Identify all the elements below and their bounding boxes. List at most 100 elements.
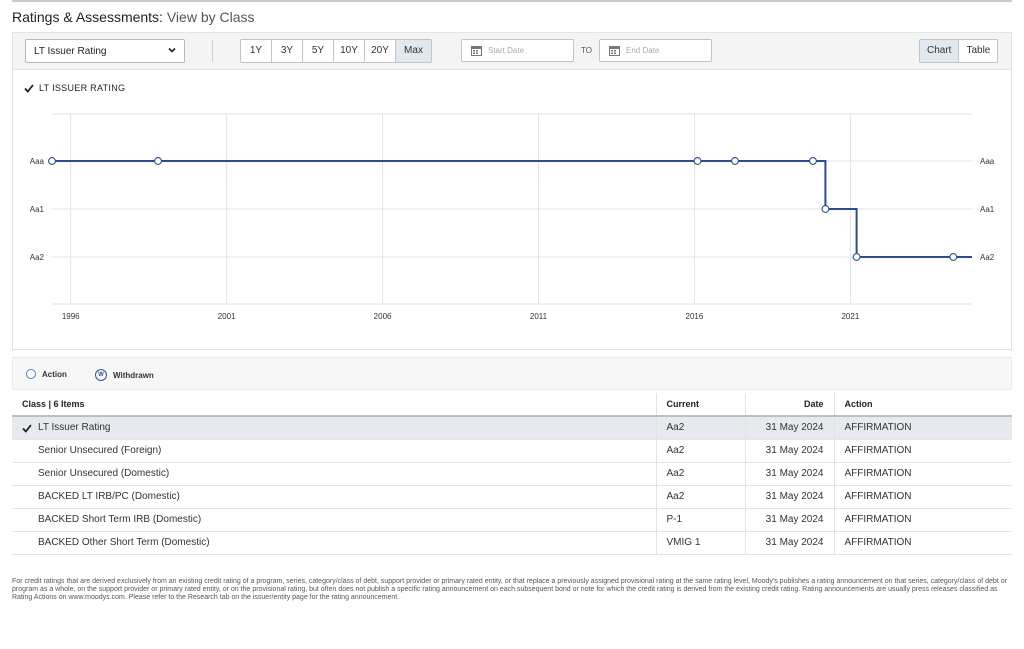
table-row[interactable]: Senior Unsecured (Domestic) Aa2 31 May 202…: [12, 462, 1012, 486]
cell-class: BACKED LT IRB/PC (Domestic): [12, 485, 656, 509]
cell-class: BACKED Short Term IRB (Domestic): [12, 508, 656, 532]
cell-action-text: AFFIRMATION: [844, 537, 912, 548]
legend-action: Action: [26, 369, 67, 379]
page-title: Ratings & Assessments: View by Class: [12, 9, 255, 25]
cell-action-text: AFFIRMATION: [844, 468, 912, 479]
y-tick-label-right: Aa1: [980, 205, 995, 214]
cell-current-text: Aa2: [666, 445, 685, 456]
cell-class: Senior Unsecured (Domestic): [12, 462, 656, 486]
cell-action: AFFIRMATION: [833, 485, 1012, 509]
cell-action-text: AFFIRMATION: [844, 491, 912, 502]
check-icon: [22, 424, 32, 433]
action-marker: [808, 157, 817, 165]
start-date-field[interactable]: Start Date: [461, 39, 574, 62]
cell-action: AFFIRMATION: [833, 416, 1012, 440]
x-tick-label: 1996: [62, 312, 80, 321]
end-date-placeholder: End Date: [626, 46, 660, 55]
range-button-20y[interactable]: 20Y: [365, 40, 396, 62]
cell-date-text: 31 May 2024: [765, 422, 824, 434]
rating-class-select-value: LT Issuer Rating: [34, 46, 107, 57]
range-button-10y[interactable]: 10Y: [334, 40, 365, 62]
y-tick-label: Aaa: [30, 157, 45, 166]
cell-current-text: Aa2: [666, 422, 685, 434]
table-header-row: Class | 6 Items Current Date Action: [12, 393, 1012, 417]
cell-action-text: AFFIRMATION: [844, 514, 912, 525]
cell-action: AFFIRMATION: [833, 508, 1012, 532]
page-title-sub: View by Class: [166, 9, 255, 25]
range-button-1y[interactable]: 1Y: [241, 40, 272, 62]
cell-date: 31 May 2024: [744, 508, 834, 532]
top-divider: [12, 0, 1012, 2]
cell-date: 31 May 2024: [744, 531, 834, 555]
class-table: Class | 6 Items Current Date Action LT I…: [12, 393, 1012, 555]
chart-title: LT ISSUER RATING: [24, 83, 125, 93]
table-view-button[interactable]: Table: [959, 40, 998, 62]
calendar-icon: [471, 46, 482, 56]
range-button-5y[interactable]: 5Y: [303, 40, 334, 62]
rating-class-select[interactable]: LT Issuer Rating: [25, 39, 185, 63]
table-row[interactable]: Senior Unsecured (Foreign) Aa2 31 May 2024…: [12, 439, 1012, 463]
table-row[interactable]: BACKED Short Term IRB (Domestic) P-1 31 Ma…: [12, 508, 1012, 532]
end-date-field[interactable]: End Date: [599, 39, 712, 62]
action-marker-icon: [26, 369, 36, 379]
cell-class-text: LT Issuer Rating: [38, 422, 111, 434]
chart-legend: Action W Withdrawn: [12, 357, 1012, 390]
action-marker: [154, 157, 162, 165]
range-button-max[interactable]: Max: [396, 40, 431, 62]
withdrawn-marker-icon: W: [95, 369, 107, 381]
x-tick-label: 2016: [686, 312, 704, 321]
toolbar-divider: [212, 40, 213, 62]
cell-date: 31 May 2024: [744, 439, 834, 463]
column-header-date[interactable]: Date: [744, 393, 834, 417]
chart-title-text: LT ISSUER RATING: [39, 83, 126, 93]
cell-current: Aa2: [655, 439, 745, 463]
legend-withdrawn-label: Withdrawn: [113, 370, 154, 380]
cell-action: AFFIRMATION: [833, 439, 1012, 463]
cell-date: 31 May 2024: [744, 416, 834, 440]
cell-action: AFFIRMATION: [833, 462, 1012, 486]
y-tick-label: Aa2: [30, 253, 45, 262]
y-tick-label-right: Aaa: [980, 157, 995, 166]
cell-class: LT Issuer Rating: [12, 416, 656, 440]
calendar-icon: [609, 46, 620, 56]
chart-toolbar: LT Issuer Rating 1Y 3Y 5Y 10Y 20Y Max Start D…: [12, 32, 1012, 70]
cell-class-text: BACKED LT IRB/PC (Domestic): [38, 491, 180, 502]
action-marker: [852, 253, 861, 261]
action-marker: [48, 157, 56, 165]
cell-action-text: AFFIRMATION: [844, 422, 912, 434]
action-marker: [731, 157, 739, 165]
table-row[interactable]: BACKED LT IRB/PC (Domestic) Aa2 31 May 202…: [12, 485, 1012, 509]
cell-current-text: VMIG 1: [666, 537, 701, 548]
check-icon: [24, 83, 34, 93]
cell-current: Aa2: [655, 485, 745, 509]
range-button-3y[interactable]: 3Y: [272, 40, 303, 62]
column-header-current[interactable]: Current: [655, 393, 745, 417]
cell-date-text: 31 May 2024: [765, 468, 824, 479]
cell-current-text: P-1: [666, 514, 683, 525]
date-range-to-label: TO: [581, 46, 592, 55]
x-tick-label: 2006: [374, 312, 392, 321]
cell-action-text: AFFIRMATION: [844, 445, 912, 456]
table-row[interactable]: LT Issuer Rating Aa2 31 May 2024 AFFIRMATIO…: [12, 416, 1012, 440]
y-tick-label: Aa1: [30, 205, 45, 214]
cell-action: AFFIRMATION: [833, 531, 1012, 555]
chevron-down-icon: [168, 47, 176, 53]
column-header-class[interactable]: Class | 6 Items: [12, 393, 656, 417]
cell-date-text: 31 May 2024: [765, 491, 824, 502]
column-header-action[interactable]: Action: [833, 393, 1012, 417]
cell-class: Senior Unsecured (Foreign): [12, 439, 656, 463]
rating-history-chart: 1996 2001 2006 2011 2016 2021 Aaa Aaa Aa1 Aa1 Aa2 A…: [30, 113, 995, 321]
chart-view-button[interactable]: Chart: [920, 40, 960, 62]
cell-current: Aa2: [655, 416, 745, 440]
legend-withdrawn: W Withdrawn: [95, 369, 154, 381]
cell-current-text: Aa2: [666, 491, 685, 502]
table-row[interactable]: BACKED Other Short Term (Domestic) VMIG 1…: [12, 531, 1012, 555]
x-tick-label: 2001: [218, 312, 236, 321]
action-marker: [949, 253, 958, 261]
x-tick-label: 2021: [841, 312, 859, 321]
cell-current: P-1: [655, 508, 745, 532]
footnote: For credit ratings that are derived excl…: [12, 578, 1007, 601]
time-range-group: 1Y 3Y 5Y 10Y 20Y Max: [240, 39, 432, 63]
cell-class: BACKED Other Short Term (Domestic): [12, 531, 656, 555]
cell-date-text: 31 May 2024: [765, 445, 824, 456]
